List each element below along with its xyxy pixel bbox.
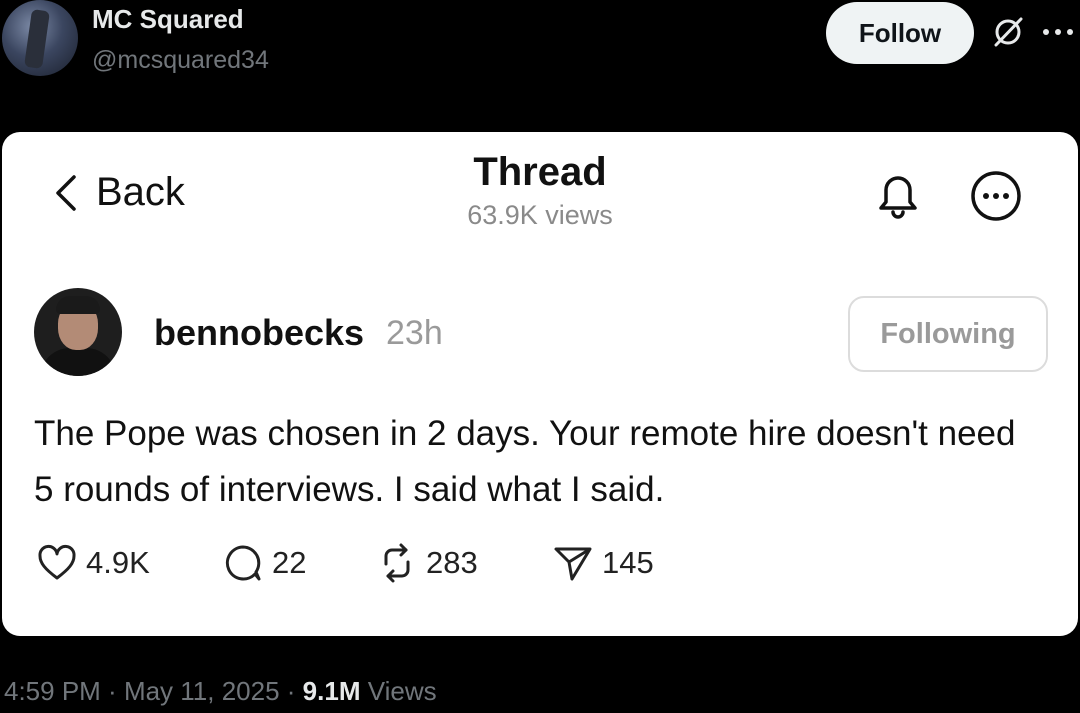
repost-icon (384, 543, 410, 583)
following-button[interactable]: Following (848, 296, 1048, 372)
author-name[interactable]: MC Squared (92, 4, 244, 35)
grok-icon[interactable] (990, 14, 1026, 50)
comment-icon (225, 545, 261, 581)
more-circle-icon[interactable] (970, 170, 1022, 222)
post-username[interactable]: bennobecks (154, 312, 364, 354)
send-icon (554, 547, 592, 581)
bell-icon[interactable] (870, 168, 926, 222)
follow-button[interactable]: Follow (826, 2, 974, 64)
tweet-date[interactable]: May 11, 2025 (124, 676, 280, 706)
post-time: 23h (386, 314, 443, 352)
post-actions: 4.9K 22 283 145 (36, 542, 736, 586)
like-button[interactable]: 4.9K (36, 542, 150, 584)
meta-separator: · (279, 676, 303, 706)
heart-icon (38, 545, 76, 580)
share-button[interactable]: 145 (552, 542, 654, 584)
post-avatar[interactable] (34, 288, 122, 376)
reply-count: 22 (272, 545, 307, 580)
meta-separator: · (100, 676, 124, 706)
views-label: Views (360, 676, 437, 706)
tweet-time[interactable]: 4:59 PM (4, 676, 101, 706)
tweet-meta: 4:59 PM · May 11, 2025 · 9.1M Views (4, 676, 437, 707)
post-text: The Pope was chosen in 2 days. Your remo… (34, 414, 1016, 509)
reply-button[interactable]: 22 (222, 542, 306, 584)
share-count: 145 (602, 545, 654, 580)
author-handle[interactable]: @mcsquared34 (92, 46, 269, 75)
like-count: 4.9K (86, 545, 150, 580)
repost-button[interactable]: 283 (376, 542, 478, 584)
views-count: 9.1M (302, 676, 361, 706)
author-avatar[interactable] (2, 0, 78, 76)
more-icon[interactable] (1040, 22, 1076, 42)
repost-count: 283 (426, 545, 478, 580)
embedded-thread-screenshot: Back Thread 63.9K views bennobecks 23h F… (2, 132, 1078, 636)
